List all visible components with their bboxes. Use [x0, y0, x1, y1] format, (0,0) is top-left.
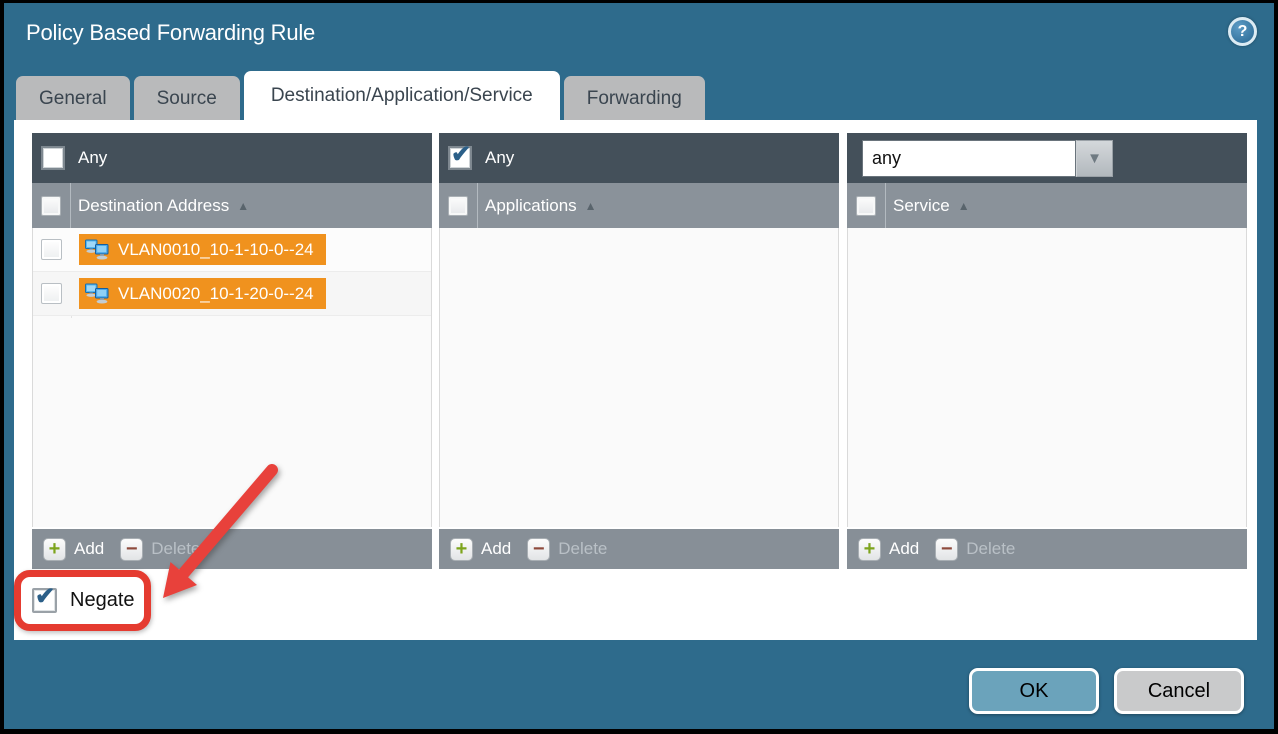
- address-object-label: VLAN0010_10-1-10-0--24: [118, 240, 314, 260]
- destination-panel: Any Destination Address ▲: [32, 133, 432, 569]
- applications-panel: ✔ Any Applications ▲ + Add − Delete: [439, 133, 839, 569]
- column-divider: [70, 183, 71, 228]
- address-object-chip[interactable]: VLAN0010_10-1-10-0--24: [79, 234, 326, 265]
- sort-asc-icon: ▲: [237, 199, 249, 213]
- negate-checkbox[interactable]: ✔: [32, 588, 57, 613]
- sort-asc-icon: ▲: [585, 199, 597, 213]
- chevron-down-icon[interactable]: ▼: [1076, 140, 1113, 177]
- add-icon[interactable]: +: [43, 538, 66, 561]
- row-checkbox[interactable]: [41, 239, 62, 260]
- column-divider: [477, 183, 478, 228]
- destination-any-checkbox[interactable]: [41, 146, 65, 170]
- destination-actions-bar: + Add − Delete: [32, 527, 432, 569]
- dialog-title: Policy Based Forwarding Rule: [26, 20, 315, 46]
- check-icon: ✔: [451, 143, 471, 167]
- destination-list: VLAN0010_10-1-10-0--24: [32, 228, 432, 527]
- dialog-surface: Policy Based Forwarding Rule ? General S…: [4, 3, 1274, 729]
- delete-icon[interactable]: −: [527, 538, 550, 561]
- destination-selectall-checkbox[interactable]: [41, 196, 61, 216]
- service-actions-bar: + Add − Delete: [847, 527, 1247, 569]
- network-icon: [84, 239, 110, 260]
- tab-destination-application-service[interactable]: Destination/Application/Service: [244, 71, 560, 121]
- delete-icon[interactable]: −: [935, 538, 958, 561]
- ok-button[interactable]: OK: [969, 668, 1099, 714]
- tab-forwarding[interactable]: Forwarding: [564, 76, 705, 121]
- network-icon: [84, 283, 110, 304]
- check-icon: ✔: [35, 585, 55, 609]
- destination-column-header[interactable]: Destination Address ▲: [32, 183, 432, 228]
- add-button[interactable]: Add: [481, 539, 511, 559]
- service-dropdown[interactable]: any ▼: [862, 140, 1113, 177]
- add-icon[interactable]: +: [858, 538, 881, 561]
- add-button[interactable]: Add: [889, 539, 919, 559]
- tab-source[interactable]: Source: [134, 76, 240, 121]
- negate-highlight-box: ✔ Negate: [14, 570, 151, 631]
- applications-column-header[interactable]: Applications ▲: [439, 183, 839, 228]
- sort-asc-icon: ▲: [958, 199, 970, 213]
- service-panel: any ▼ Service ▲ + Add − Delete: [847, 133, 1247, 569]
- cancel-button[interactable]: Cancel: [1114, 668, 1244, 714]
- table-row[interactable]: VLAN0010_10-1-10-0--24: [33, 228, 431, 272]
- table-row[interactable]: VLAN0020_10-1-20-0--24: [33, 272, 431, 316]
- service-list: [847, 228, 1247, 527]
- row-checkbox[interactable]: [41, 283, 62, 304]
- delete-button[interactable]: Delete: [151, 539, 200, 559]
- delete-icon[interactable]: −: [120, 538, 143, 561]
- applications-actions-bar: + Add − Delete: [439, 527, 839, 569]
- tab-general[interactable]: General: [16, 76, 130, 121]
- applications-any-bar: ✔ Any: [439, 133, 839, 183]
- policy-forwarding-dialog: Policy Based Forwarding Rule ? General S…: [0, 0, 1278, 734]
- service-selectall-checkbox[interactable]: [856, 196, 876, 216]
- delete-button[interactable]: Delete: [966, 539, 1015, 559]
- applications-selectall-checkbox[interactable]: [448, 196, 468, 216]
- add-icon[interactable]: +: [450, 538, 473, 561]
- applications-column-label: Applications: [485, 196, 577, 216]
- service-column-label: Service: [893, 196, 950, 216]
- column-divider: [885, 183, 886, 228]
- applications-list: [439, 228, 839, 527]
- destination-any-bar: Any: [32, 133, 432, 183]
- address-object-label: VLAN0020_10-1-20-0--24: [118, 284, 314, 304]
- address-object-chip[interactable]: VLAN0020_10-1-20-0--24: [79, 278, 326, 309]
- service-dropdown-value[interactable]: any: [862, 140, 1076, 177]
- service-column-header[interactable]: Service ▲: [847, 183, 1247, 228]
- tab-bar: General Source Destination/Application/S…: [16, 71, 705, 121]
- help-glyph: ?: [1238, 23, 1248, 41]
- applications-any-checkbox[interactable]: ✔: [448, 146, 472, 170]
- service-any-bar: any ▼: [847, 133, 1247, 183]
- delete-button[interactable]: Delete: [558, 539, 607, 559]
- destination-column-label: Destination Address: [78, 196, 229, 216]
- destination-any-label: Any: [78, 148, 107, 168]
- applications-any-label: Any: [485, 148, 514, 168]
- add-button[interactable]: Add: [74, 539, 104, 559]
- help-icon[interactable]: ?: [1228, 17, 1257, 46]
- negate-label: Negate: [70, 589, 135, 612]
